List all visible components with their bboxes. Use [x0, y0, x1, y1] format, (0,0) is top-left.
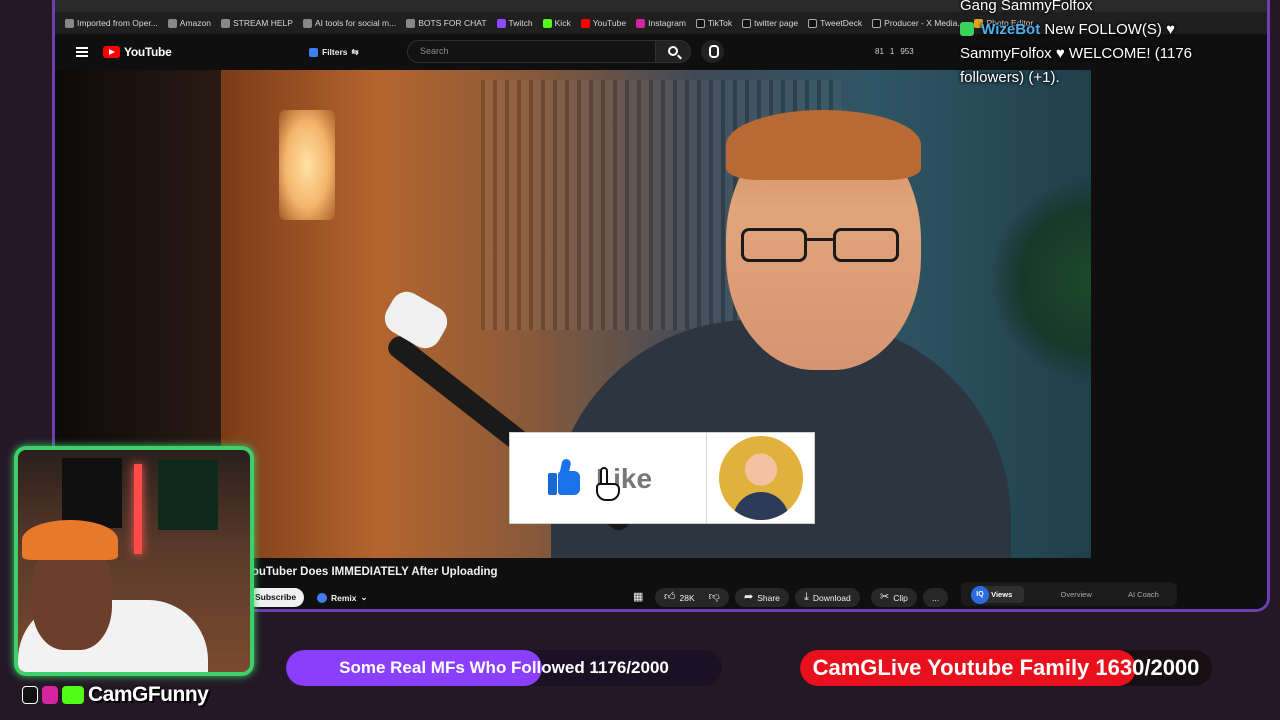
sliders-icon: ⇆: [351, 46, 359, 57]
thumbs-up-icon: [548, 458, 580, 495]
remix-button[interactable]: Remix ⌄: [309, 588, 376, 607]
clip-button[interactable]: ✂ Clip: [871, 588, 917, 607]
streamer-cap: [22, 520, 118, 560]
grid-button[interactable]: ▦: [633, 588, 643, 607]
tab-ai-coach[interactable]: AI Coach: [1128, 590, 1159, 599]
wall-poster: [158, 460, 218, 530]
bookmark-item[interactable]: Producer - X Media...: [872, 18, 964, 28]
wall-poster: [62, 458, 122, 528]
search-input[interactable]: Search: [407, 40, 657, 63]
folder-icon: [65, 18, 74, 28]
kick-icon: [542, 18, 552, 28]
twitch-icon: [496, 18, 506, 28]
x-icon: [872, 18, 882, 28]
subscriber-goal-bar: CamGLive Youtube Family 1630/2000: [800, 650, 1212, 686]
like-button[interactable]: 👍︎ 28K 👎︎: [655, 588, 729, 607]
instagram-icon: [636, 18, 646, 28]
goal-label: Some Real MFs Who Followed 1176/2000: [339, 658, 669, 677]
scissors-icon: ✂: [880, 591, 890, 603]
chat-overlay: Gang SammyFolfox WizeBot New FOLLOW(S) ♥…: [960, 0, 1260, 90]
like-graphic: Like: [510, 433, 707, 523]
chat-line: WizeBot New FOLLOW(S) ♥: [960, 18, 1260, 42]
youtube-play-icon: [103, 46, 120, 58]
hamburger-menu-icon[interactable]: [76, 47, 88, 57]
led-light: [134, 464, 142, 554]
instagram-icon: [42, 686, 58, 704]
bookmark-item[interactable]: Imported from Oper...: [65, 18, 158, 28]
youtube-icon: [580, 18, 590, 28]
voice-search-button[interactable]: [701, 40, 724, 63]
webcam-feed: [14, 446, 254, 676]
youtube-logo[interactable]: YouTube: [103, 45, 172, 59]
vidiq-tabs: Views Overview AI Coach: [961, 582, 1177, 606]
chat-line: followers) (+1).: [960, 69, 1060, 86]
tiktok-icon: [22, 686, 38, 704]
streamer-branding: CamGFunny: [22, 683, 209, 707]
chat-message: New FOLLOW(S): [1044, 21, 1162, 38]
share-icon: ➦: [744, 591, 754, 603]
share-button[interactable]: ➦ Share: [735, 588, 789, 607]
tab-overview[interactable]: Overview: [1060, 590, 1091, 599]
bookmark-item[interactable]: Instagram: [636, 18, 686, 28]
channel-avatar: [718, 436, 803, 520]
thumbs-up-icon: 👍︎: [664, 591, 676, 603]
x-icon: [742, 18, 752, 28]
channel-avatar-frame: [707, 433, 814, 523]
plant: [991, 180, 1091, 380]
vidiq-icon: [309, 47, 318, 57]
subscribe-button[interactable]: Subscribe: [247, 588, 305, 607]
hand-cursor-icon: [594, 467, 620, 501]
bookmark-item[interactable]: twitter page: [742, 18, 798, 28]
bookmark-item[interactable]: Amazon: [167, 18, 211, 28]
chat-line: Gang SammyFolfox: [960, 0, 1093, 14]
chevron-down-icon: ⌄: [360, 592, 368, 602]
download-icon: ⤓: [804, 591, 809, 603]
bookmark-item[interactable]: Twitch: [496, 18, 533, 28]
x-icon: [808, 18, 818, 28]
bookmark-item[interactable]: TikTok: [695, 18, 732, 28]
vidiq-badge: IQ: [971, 586, 989, 604]
presenter-hair: [726, 110, 921, 180]
search-button[interactable]: [655, 40, 691, 63]
like-subscribe-graphic: Like: [509, 432, 815, 524]
presenter-glasses: [741, 228, 901, 266]
more-actions-button[interactable]: ...: [923, 588, 949, 607]
folder-icon: [167, 18, 177, 28]
remix-icon: [317, 592, 327, 603]
bot-icon: [960, 22, 974, 36]
lamp-left: [279, 110, 335, 220]
thumbs-down-icon[interactable]: 👎︎: [709, 592, 720, 603]
streamer-handle: CamGFunny: [88, 683, 209, 706]
folder-icon: [406, 18, 416, 28]
kick-icon: [62, 686, 84, 704]
video-title: YouTuber Does IMMEDIATELY After Uploadin…: [245, 566, 498, 578]
search-icon: [668, 46, 678, 56]
folder-icon: [302, 18, 312, 28]
chat-line: SammyFolfox ♥ WELCOME! (1176: [960, 45, 1193, 62]
download-button[interactable]: ⤓ Download: [795, 588, 860, 607]
bookmark-item[interactable]: AI tools for social m...: [302, 18, 396, 28]
grid-icon: ▦: [633, 591, 644, 603]
bookmark-item[interactable]: Kick: [542, 18, 571, 28]
bookmark-item[interactable]: BOTS FOR CHAT: [406, 18, 487, 28]
tiktok-icon: [695, 18, 705, 28]
filters-button[interactable]: Filters ⇆: [303, 43, 365, 61]
goal-label: CamGLive Youtube Family 1630/2000: [812, 655, 1200, 680]
bookmark-item[interactable]: YouTube: [580, 18, 626, 28]
extension-stats: 81 1 953: [875, 47, 914, 56]
folder-icon: [220, 18, 230, 28]
bookmark-item[interactable]: TweetDeck: [808, 18, 862, 28]
bookmark-item[interactable]: STREAM HELP: [220, 18, 293, 28]
follower-goal-bar: Some Real MFs Who Followed 1176/2000: [286, 650, 722, 686]
heart-icon: ♥: [1166, 21, 1175, 38]
chat-bot-name: WizeBot: [981, 21, 1041, 38]
